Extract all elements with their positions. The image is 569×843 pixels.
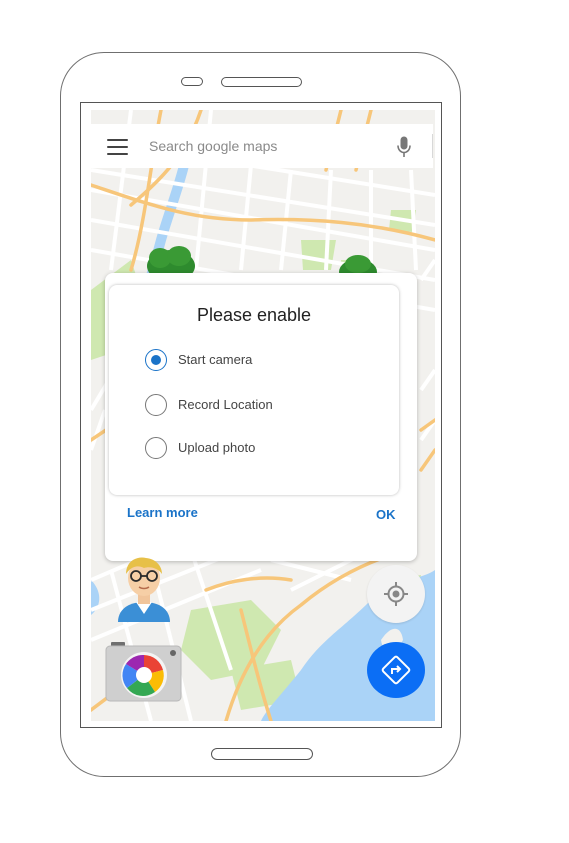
option-label: Upload photo — [178, 440, 256, 455]
camera-icon[interactable] — [105, 640, 182, 702]
directions-button[interactable] — [367, 642, 425, 698]
home-button[interactable] — [211, 748, 313, 760]
hamburger-menu-icon[interactable] — [107, 139, 129, 155]
user-avatar[interactable] — [114, 556, 174, 622]
crosshair-locate-icon — [384, 582, 408, 606]
search-divider — [432, 134, 433, 158]
option-start-camera[interactable]: Start camera — [145, 349, 305, 373]
directions-diamond-arrow-icon — [381, 655, 411, 685]
locate-button[interactable] — [367, 565, 425, 623]
option-upload-photo[interactable]: Upload photo — [145, 437, 305, 461]
ok-button[interactable]: OK — [376, 507, 396, 522]
option-record-location[interactable]: Record Location — [145, 394, 305, 418]
dialog-title: Please enable — [196, 305, 312, 325]
tree-icon — [147, 246, 195, 276]
radio-upload-photo[interactable] — [145, 437, 167, 459]
microphone-icon[interactable] — [397, 136, 411, 158]
learn-more-link[interactable]: Learn more — [127, 505, 198, 520]
speaker-grille — [221, 77, 302, 87]
permission-dialog: Please enable Start camera Record Locati… — [105, 273, 417, 561]
search-input[interactable] — [149, 134, 379, 158]
radio-record-location[interactable] — [145, 394, 167, 416]
option-label: Record Location — [178, 397, 273, 412]
radio-start-camera[interactable] — [145, 349, 167, 371]
option-label: Start camera — [178, 352, 253, 367]
search-bar — [91, 124, 433, 168]
dialog-card: Please enable Start camera Record Locati… — [109, 285, 399, 495]
front-camera — [181, 77, 203, 86]
